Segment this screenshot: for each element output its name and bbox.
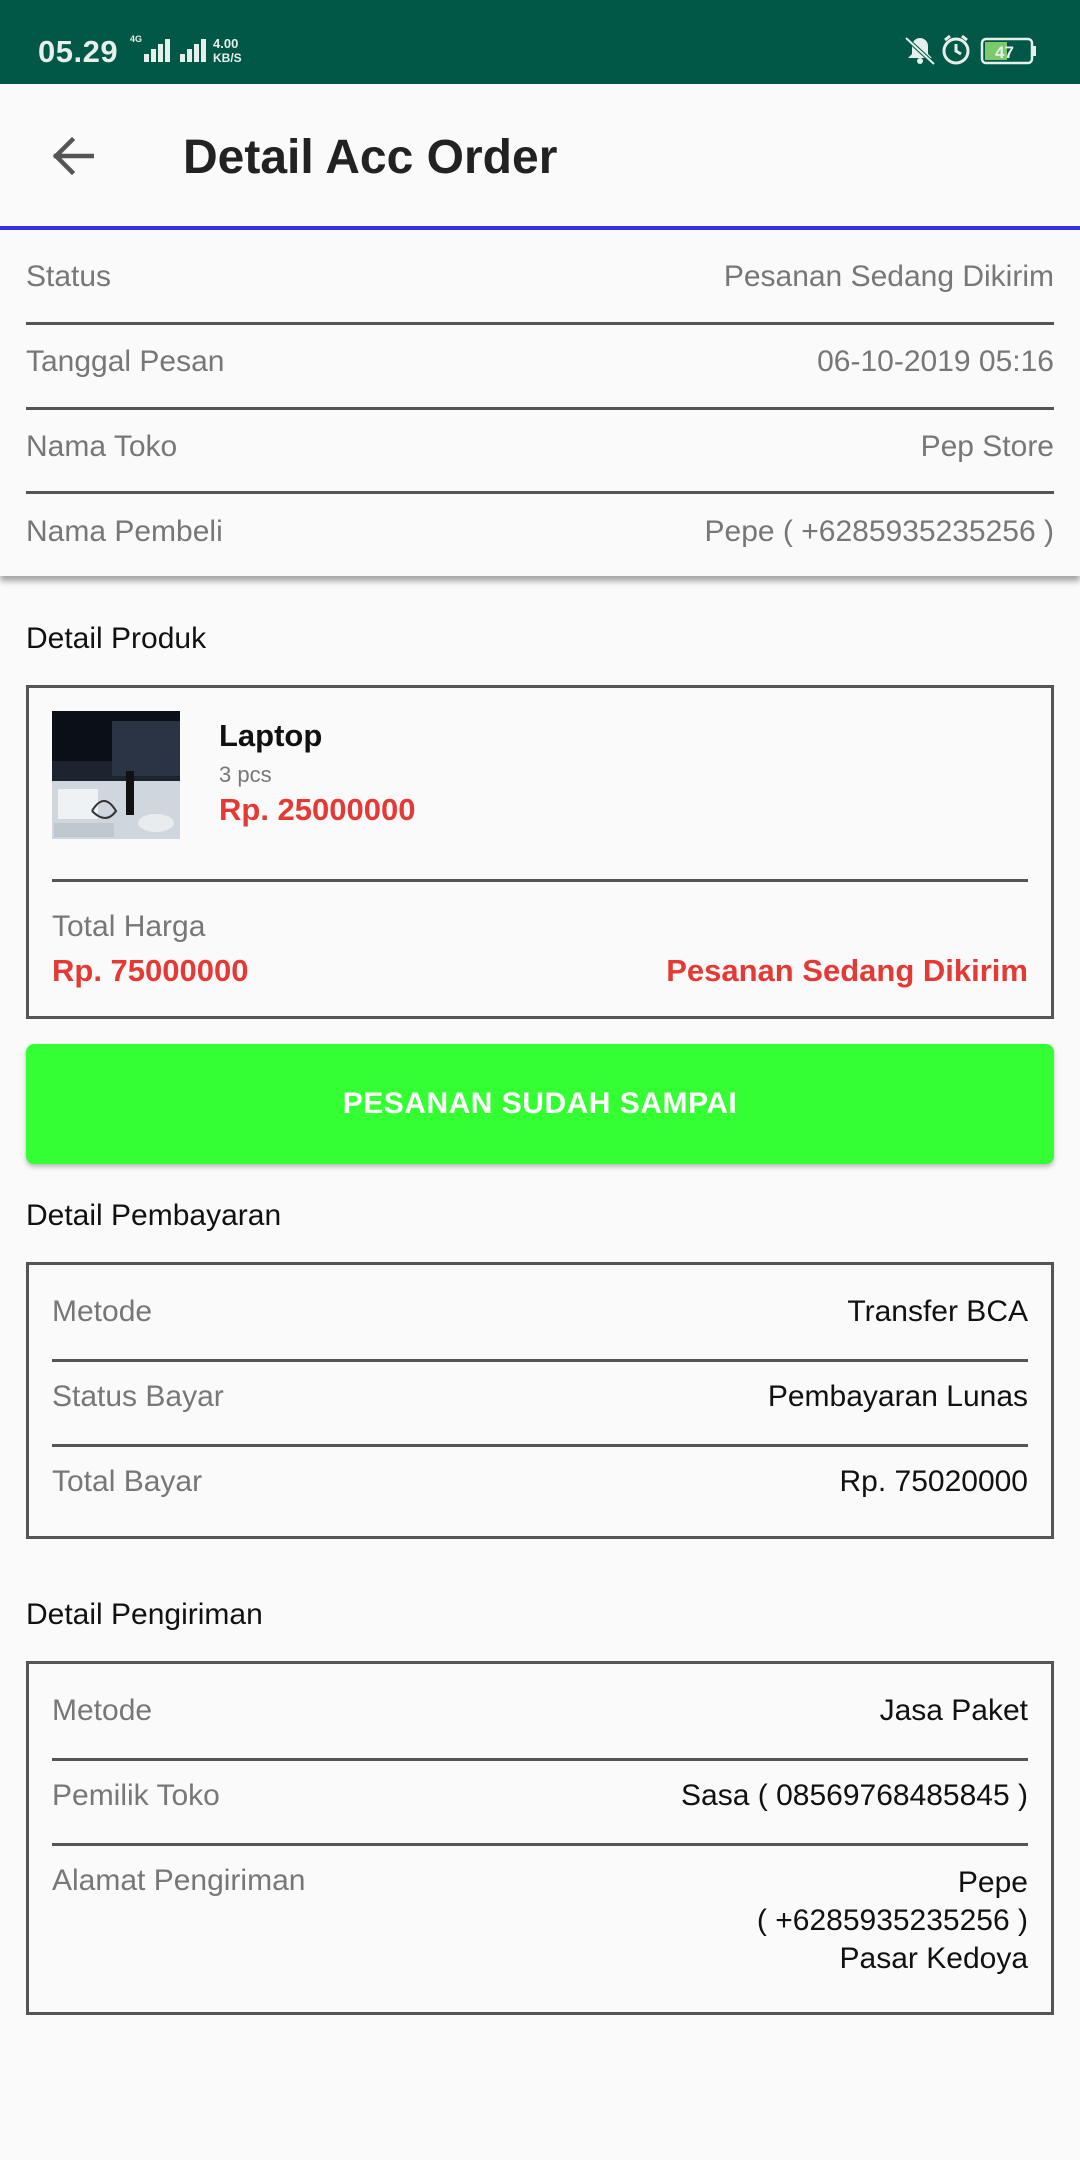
- shipping-value: Jasa Paket: [879, 1694, 1028, 1727]
- divider: [52, 1359, 1028, 1362]
- shipping-label: Metode: [52, 1694, 153, 1727]
- payment-value: Transfer BCA: [847, 1295, 1028, 1328]
- speed-value: 4.00: [213, 36, 238, 51]
- total-price-label: Total Harga: [52, 910, 206, 943]
- info-row-date: Tanggal Pesan 06-10-2019 05:16: [26, 317, 1054, 401]
- shipping-value: Sasa ( 08569768485845 ): [681, 1779, 1028, 1812]
- product-card: Laptop 3 pcs Rp. 25000000 Total Harga Rp…: [26, 685, 1054, 1019]
- battery-level: 47: [995, 43, 1014, 62]
- speed-unit: KB/S: [213, 51, 242, 65]
- divider: [52, 1758, 1028, 1761]
- app-bar: Detail Acc Order: [0, 84, 1080, 228]
- info-row-buyer: Nama Pembeli Pepe ( +6285935235256 ): [26, 487, 1054, 571]
- info-label: Nama Toko: [26, 430, 178, 463]
- address-line: Pasar Kedoya: [839, 1942, 1028, 1975]
- shipping-card: Metode Jasa Paket Pemilik Toko Sasa ( 08…: [26, 1661, 1054, 2015]
- network-type-label: 4G: [130, 34, 142, 44]
- payment-label: Total Bayar: [52, 1465, 203, 1498]
- order-info: Status Pesanan Sedang Dikirim Tanggal Pe…: [0, 230, 1080, 576]
- arrow-left-icon: [52, 136, 94, 176]
- status-time: 05.29: [38, 34, 119, 69]
- order-arrived-button[interactable]: PESANAN SUDAH SAMPAI: [26, 1044, 1054, 1164]
- payment-value: Pembayaran Lunas: [767, 1380, 1028, 1413]
- info-value: Pep Store: [920, 430, 1054, 463]
- status-right-icons: 47: [902, 32, 1042, 68]
- signal-icon: 4G 4.00 KB/S: [130, 34, 242, 65]
- payment-label: Metode: [52, 1295, 153, 1328]
- info-value: Pesanan Sedang Dikirim: [723, 260, 1054, 293]
- product-name: Laptop: [219, 718, 323, 753]
- alarm-icon: [942, 34, 970, 65]
- battery-icon: 47: [980, 37, 1036, 65]
- shipping-label: Pemilik Toko: [52, 1779, 220, 1812]
- network-icons: 4G 4.00 KB/S: [128, 34, 278, 66]
- info-row-store: Nama Toko Pep Store: [26, 402, 1054, 486]
- product-price: Rp. 25000000: [219, 792, 416, 827]
- info-value: 06-10-2019 05:16: [817, 345, 1054, 378]
- divider: [52, 1444, 1028, 1447]
- address-line: Pepe: [957, 1866, 1028, 1899]
- product-image: [52, 711, 180, 839]
- payment-value: Rp. 75020000: [839, 1465, 1029, 1498]
- status-bar: 05.29 4G 4.00 KB/S 47: [0, 0, 1080, 84]
- mute-icon: [904, 36, 936, 66]
- payment-section-title: Detail Pembayaran: [26, 1199, 282, 1232]
- address-line: ( +6285935235256 ): [756, 1904, 1028, 1937]
- order-status-badge: Pesanan Sedang Dikirim: [666, 953, 1028, 988]
- info-label: Nama Pembeli: [26, 515, 223, 548]
- product-section-title: Detail Produk: [26, 622, 207, 655]
- payment-card: Metode Transfer BCA Status Bayar Pembaya…: [26, 1262, 1054, 1539]
- shipping-label: Alamat Pengiriman: [52, 1864, 306, 1897]
- page-title: Detail Acc Order: [183, 131, 558, 184]
- info-value: Pepe ( +6285935235256 ): [704, 515, 1054, 548]
- info-row-status: Status Pesanan Sedang Dikirim: [26, 232, 1054, 316]
- back-button[interactable]: [40, 124, 104, 188]
- divider: [52, 879, 1028, 882]
- divider: [52, 1843, 1028, 1846]
- shipping-address: Pepe ( +6285935235256 ) Pasar Kedoya: [757, 1864, 1028, 1978]
- info-label: Tanggal Pesan: [26, 345, 225, 378]
- payment-label: Status Bayar: [52, 1380, 224, 1413]
- info-label: Status: [26, 260, 112, 293]
- shipping-section-title: Detail Pengiriman: [26, 1598, 263, 1631]
- total-price-value: Rp. 75000000: [52, 953, 249, 988]
- product-quantity: 3 pcs: [219, 762, 272, 787]
